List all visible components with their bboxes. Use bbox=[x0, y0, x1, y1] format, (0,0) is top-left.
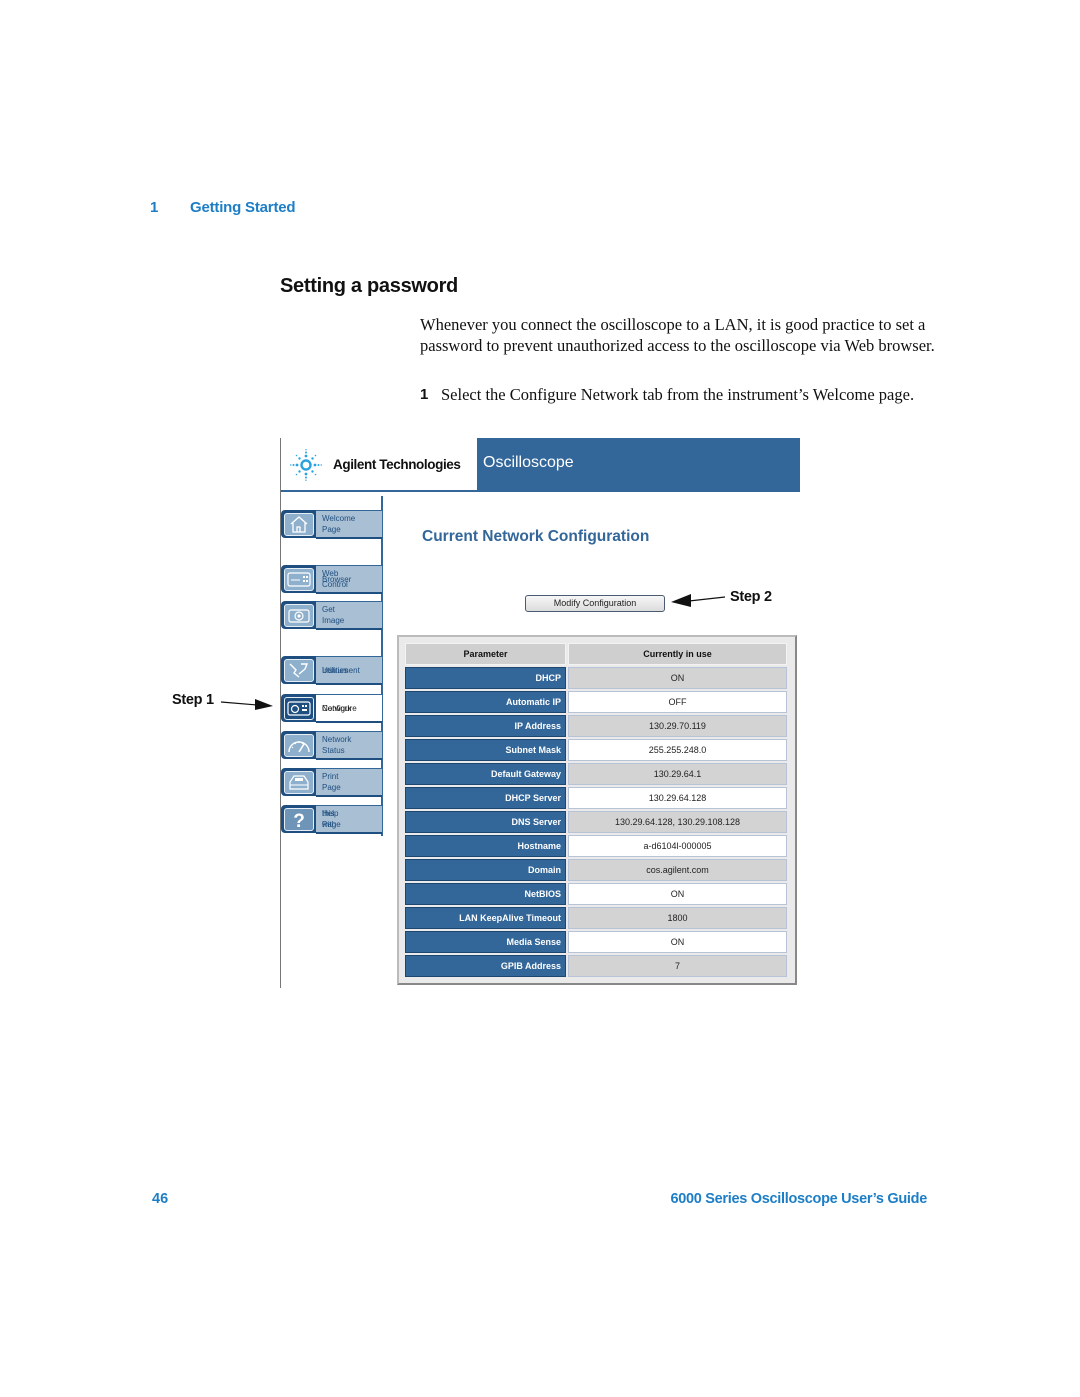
agilent-spark-icon bbox=[290, 449, 322, 481]
parameter-cell: DHCP Server bbox=[405, 787, 566, 809]
help-icon: ? bbox=[293, 811, 305, 830]
nav-instrument-utilities[interactable]: Instrument Utilities bbox=[281, 656, 382, 685]
step-item: 1 Select the Configure Network tab from … bbox=[420, 384, 920, 405]
network-config-table-frame: Parameter Currently in use DHCP ON Automat… bbox=[397, 635, 797, 985]
step-text: Select the Configure Network tab from th… bbox=[441, 385, 915, 404]
step2-callout: Step 2 bbox=[730, 589, 772, 605]
printer-icon bbox=[289, 775, 309, 790]
product-header: Oscilloscope bbox=[477, 438, 800, 490]
parameter-cell: NetBIOS bbox=[405, 883, 566, 905]
parameter-cell: Domain bbox=[405, 859, 566, 881]
table-row: Automatic IP OFF bbox=[405, 691, 787, 713]
value-cell: a-d6104l-000005 bbox=[568, 835, 787, 857]
table-header-row: Parameter Currently in use bbox=[405, 643, 787, 665]
column-header-current: Currently in use bbox=[568, 643, 787, 665]
table-row: Domain cos.agilent.com bbox=[405, 859, 787, 881]
value-cell: 130.29.64.128, 130.29.108.128 bbox=[568, 811, 787, 833]
page-number: 46 bbox=[152, 1191, 169, 1207]
browser-control-icon bbox=[287, 572, 311, 587]
content-title: Current Network Configuration bbox=[422, 528, 650, 545]
value-cell: 130.29.64.128 bbox=[568, 787, 787, 809]
product-name: Oscilloscope bbox=[483, 454, 574, 471]
banner: Agilent Technologies Oscilloscope bbox=[281, 438, 800, 492]
brand-name: Agilent Technologies bbox=[333, 457, 461, 472]
web-ui-figure: Agilent Technologies Oscilloscope Welcom… bbox=[280, 438, 800, 988]
network-config-table: Parameter Currently in use DHCP ON Automat… bbox=[403, 641, 789, 979]
parameter-cell: DHCP bbox=[405, 667, 566, 689]
tools-icon bbox=[289, 663, 309, 678]
nav-print-page[interactable]: Print Page bbox=[281, 768, 382, 797]
parameter-cell: Media Sense bbox=[405, 931, 566, 953]
network-config-icon bbox=[287, 701, 311, 716]
section-title: Setting a password bbox=[280, 275, 458, 297]
parameter-cell: LAN KeepAlive Timeout bbox=[405, 907, 566, 929]
guide-title: 6000 Series Oscilloscope User’s Guide bbox=[670, 1191, 928, 1207]
step-number: 1 bbox=[420, 386, 429, 403]
home-icon bbox=[290, 516, 308, 533]
parameter-cell: Subnet Mask bbox=[405, 739, 566, 761]
modify-configuration-button[interactable]: Modify Configuration bbox=[525, 595, 665, 612]
table-row: DHCP ON bbox=[405, 667, 787, 689]
value-cell: 1800 bbox=[568, 907, 787, 929]
svg-text:?: ? bbox=[293, 811, 305, 830]
nav-get-image[interactable]: Get Image bbox=[281, 601, 382, 630]
value-cell: 255.255.248.0 bbox=[568, 739, 787, 761]
nav-configure-network[interactable]: Configure Network bbox=[281, 694, 382, 723]
value-cell: 7 bbox=[568, 955, 787, 977]
table-row: GPIB Address 7 bbox=[405, 955, 787, 977]
parameter-cell: Automatic IP bbox=[405, 691, 566, 713]
value-cell: OFF bbox=[568, 691, 787, 713]
parameter-cell: DNS Server bbox=[405, 811, 566, 833]
value-cell: ON bbox=[568, 931, 787, 953]
value-cell: 130.29.70.119 bbox=[568, 715, 787, 737]
table-row: DNS Server 130.29.64.128, 130.29.108.128 bbox=[405, 811, 787, 833]
column-header-parameter: Parameter bbox=[405, 643, 566, 665]
step1-callout: Step 1 bbox=[172, 692, 214, 708]
nav-browser-web-control[interactable]: Browser Web Control bbox=[281, 565, 382, 594]
table-row: Subnet Mask 255.255.248.0 bbox=[405, 739, 787, 761]
table-row: DHCP Server 130.29.64.128 bbox=[405, 787, 787, 809]
value-cell: ON bbox=[568, 667, 787, 689]
table-row: IP Address 130.29.70.119 bbox=[405, 715, 787, 737]
chapter-number: 1 bbox=[150, 199, 159, 216]
value-cell: ON bbox=[568, 883, 787, 905]
table-row: LAN KeepAlive Timeout 1800 bbox=[405, 907, 787, 929]
gauge-icon bbox=[288, 741, 310, 753]
parameter-cell: IP Address bbox=[405, 715, 566, 737]
table-row: NetBIOS ON bbox=[405, 883, 787, 905]
parameter-cell: Default Gateway bbox=[405, 763, 566, 785]
chapter-heading: 1 Getting Started bbox=[150, 199, 296, 216]
table-row: Hostname a-d6104l-000005 bbox=[405, 835, 787, 857]
value-cell: 130.29.64.1 bbox=[568, 763, 787, 785]
parameter-cell: GPIB Address bbox=[405, 955, 566, 977]
intro-paragraph: Whenever you connect the oscilloscope to… bbox=[420, 315, 935, 355]
step1-arrow-icon bbox=[220, 699, 273, 710]
nav-help[interactable]: ? Help with this Page bbox=[281, 805, 382, 834]
table-row: Default Gateway 130.29.64.1 bbox=[405, 763, 787, 785]
step2-arrow-icon bbox=[671, 594, 726, 607]
logo-area: Agilent Technologies bbox=[281, 438, 476, 490]
nav-welcome-page[interactable]: Welcome Page bbox=[281, 510, 382, 539]
value-cell: cos.agilent.com bbox=[568, 859, 787, 881]
banner-divider bbox=[281, 490, 800, 492]
camera-icon bbox=[288, 609, 310, 623]
chapter-title: Getting Started bbox=[190, 199, 296, 216]
nav-network-status[interactable]: Network Status bbox=[281, 731, 382, 760]
table-row: Media Sense ON bbox=[405, 931, 787, 953]
parameter-cell: Hostname bbox=[405, 835, 566, 857]
